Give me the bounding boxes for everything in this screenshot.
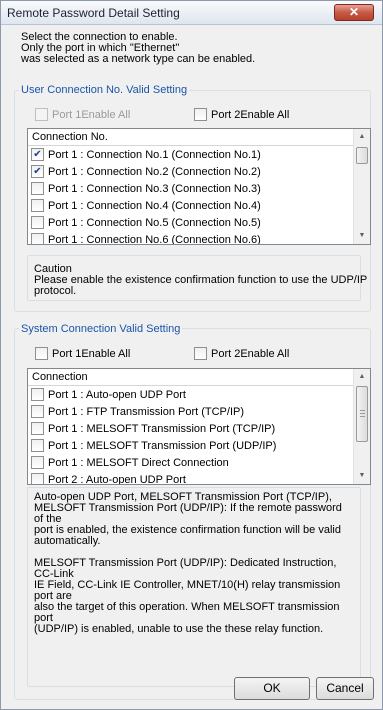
user-connection-legend: User Connection No. Valid Setting — [19, 84, 190, 96]
system-list-scrollbar[interactable]: ▲ ▼ — [353, 369, 370, 484]
description-line: also the target of this operation. When … — [34, 601, 340, 624]
list-item-checkbox[interactable] — [31, 388, 44, 401]
list-item-checkbox[interactable] — [31, 422, 44, 435]
list-item-checkbox[interactable] — [31, 199, 44, 212]
list-item-checkbox[interactable] — [31, 165, 44, 178]
list-item[interactable]: Port 1 : Connection No.6 (Connection No.… — [28, 231, 370, 245]
user-list-rows: Port 1 : Connection No.1 (Connection No.… — [28, 146, 370, 245]
ok-button[interactable]: OK — [234, 677, 310, 700]
user-port1-enable-all-checkbox[interactable] — [35, 108, 48, 121]
intro-line: was selected as a network type can be en… — [21, 53, 256, 65]
description-paragraph: MELSOFT Transmission Port (UDP/IP): Dedi… — [34, 558, 354, 635]
user-list-scrollbar[interactable]: ▲ ▼ — [353, 129, 370, 244]
list-item[interactable]: Port 1 : Connection No.2 (Connection No.… — [28, 163, 370, 180]
list-item-label: Port 1 : Connection No.2 (Connection No.… — [48, 165, 261, 178]
list-item-checkbox[interactable] — [31, 182, 44, 195]
title-bar: Remote Password Detail Setting ✕ — [1, 1, 382, 25]
system-port2-enable-all-label: Port 2Enable All — [211, 347, 290, 360]
thumb-grip — [360, 413, 365, 414]
list-item[interactable]: Port 1 : Auto-open UDP Port — [28, 386, 370, 403]
list-item-checkbox[interactable] — [31, 233, 44, 244]
description-line: automatically. — [34, 535, 101, 547]
list-item[interactable]: Port 1 : MELSOFT Transmission Port (TCP/… — [28, 420, 370, 437]
list-item-label: Port 1 : Connection No.3 (Connection No.… — [48, 182, 261, 195]
intro-text: Select the connection to enable. Only th… — [21, 32, 255, 65]
list-item[interactable]: Port 1 : Connection No.4 (Connection No.… — [28, 197, 370, 214]
list-item-checkbox[interactable] — [31, 439, 44, 452]
list-item-checkbox[interactable] — [31, 148, 44, 161]
system-connection-list[interactable]: Connection Port 1 : Auto-open UDP Port Po… — [27, 368, 371, 485]
user-port2-enable-all[interactable]: Port 2Enable All — [194, 108, 289, 121]
description-box: Auto-open UDP Port, MELSOFT Transmission… — [27, 487, 361, 687]
list-item-label: Port 1 : Connection No.4 (Connection No.… — [48, 199, 261, 212]
scroll-down-arrow-icon[interactable]: ▼ — [354, 468, 370, 484]
user-list-header: Connection No. — [28, 129, 370, 146]
system-list-scroll-thumb[interactable] — [356, 386, 368, 442]
list-item-label: Port 2 : Auto-open UDP Port — [48, 473, 186, 485]
user-connection-list[interactable]: Connection No. Port 1 : Connection No.1 … — [27, 128, 371, 245]
scroll-up-arrow-icon[interactable]: ▲ — [354, 129, 370, 145]
list-item-label: Port 1 : MELSOFT Transmission Port (TCP/… — [48, 422, 276, 435]
list-item-label: Port 1 : Connection No.6 (Connection No.… — [48, 233, 261, 245]
description-line: MELSOFT Transmission Port (UDP/IP): Dedi… — [34, 557, 337, 580]
description-line: IE Field, CC-Link IE Controller, MNET/10… — [34, 579, 341, 602]
remote-password-dialog: Remote Password Detail Setting ✕ Select … — [0, 0, 383, 710]
list-item-label: Port 1 : Auto-open UDP Port — [48, 388, 186, 401]
system-connection-legend: System Connection Valid Setting — [19, 323, 183, 335]
list-item-label: Port 1 : FTP Transmission Port (TCP/IP) — [48, 405, 245, 418]
caution-line: Please enable the existence confirmation… — [34, 274, 368, 286]
user-port2-enable-all-label: Port 2Enable All — [211, 108, 290, 121]
list-item-checkbox[interactable] — [31, 473, 44, 484]
description-line: (UDP/IP) is enabled, unable to use the t… — [34, 623, 324, 635]
system-port1-enable-all[interactable]: Port 1Enable All — [35, 347, 130, 360]
window-title: Remote Password Detail Setting — [7, 6, 180, 20]
list-item[interactable]: Port 1 : FTP Transmission Port (TCP/IP) — [28, 403, 370, 420]
list-item-checkbox[interactable] — [31, 405, 44, 418]
system-list-header: Connection — [28, 369, 370, 386]
caution-text: Caution Please enable the existence conf… — [34, 264, 367, 297]
system-port1-enable-all-checkbox[interactable] — [35, 347, 48, 360]
list-item[interactable]: Port 1 : Connection No.3 (Connection No.… — [28, 180, 370, 197]
scroll-down-arrow-icon[interactable]: ▼ — [354, 228, 370, 244]
system-port2-enable-all[interactable]: Port 2Enable All — [194, 347, 289, 360]
description-line: MELSOFT Transmission Port (UDP/IP): If t… — [34, 502, 342, 525]
thumb-grip — [360, 410, 365, 411]
user-list-scroll-thumb[interactable] — [356, 147, 368, 164]
list-item[interactable]: Port 1 : Connection No.5 (Connection No.… — [28, 214, 370, 231]
close-icon: ✕ — [348, 5, 360, 19]
user-port2-enable-all-checkbox[interactable] — [194, 108, 207, 121]
list-item[interactable]: Port 1 : MELSOFT Transmission Port (UDP/… — [28, 437, 370, 454]
description-paragraph: Auto-open UDP Port, MELSOFT Transmission… — [34, 492, 354, 547]
list-item[interactable]: Port 1 : MELSOFT Direct Connection — [28, 454, 370, 471]
system-list-rows: Port 1 : Auto-open UDP Port Port 1 : FTP … — [28, 386, 370, 485]
list-item-label: Port 1 : MELSOFT Direct Connection — [48, 456, 229, 469]
list-item-label: Port 1 : MELSOFT Transmission Port (UDP/… — [48, 439, 277, 452]
list-item-checkbox[interactable] — [31, 456, 44, 469]
thumb-grip — [360, 416, 365, 417]
scroll-up-arrow-icon[interactable]: ▲ — [354, 369, 370, 385]
close-button[interactable]: ✕ — [334, 4, 374, 21]
list-item-label: Port 1 : Connection No.1 (Connection No.… — [48, 148, 261, 161]
list-item-checkbox[interactable] — [31, 216, 44, 229]
user-port1-enable-all[interactable]: Port 1Enable All — [35, 108, 130, 121]
list-item[interactable]: Port 1 : Connection No.1 (Connection No.… — [28, 146, 370, 163]
list-item-label: Port 1 : Connection No.5 (Connection No.… — [48, 216, 261, 229]
cancel-button[interactable]: Cancel — [316, 677, 374, 700]
list-item[interactable]: Port 2 : Auto-open UDP Port — [28, 471, 370, 485]
user-port1-enable-all-label: Port 1Enable All — [52, 108, 131, 121]
system-port1-enable-all-label: Port 1Enable All — [52, 347, 131, 360]
system-port2-enable-all-checkbox[interactable] — [194, 347, 207, 360]
caution-line: protocol. — [34, 285, 77, 297]
